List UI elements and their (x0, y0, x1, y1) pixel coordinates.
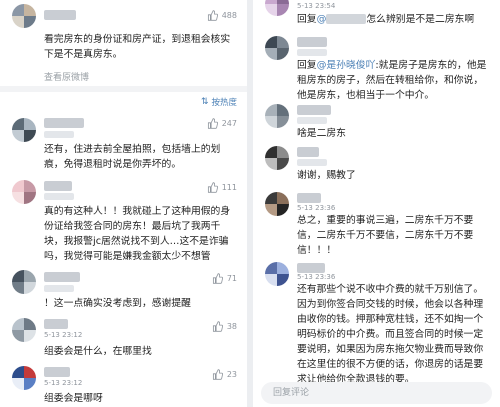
avatar[interactable] (265, 0, 289, 16)
comment-text: ！这一点确实没考虑到，感谢提醒 (44, 298, 191, 309)
username-masked[interactable] (44, 118, 84, 128)
timestamp: 5-13 23:36 (297, 204, 336, 212)
username-masked[interactable] (297, 37, 327, 47)
comment-item[interactable]: 111 真的有这种人！！我就碰上了这种用假的身份证给我签合同的房东！最后坑了我两… (0, 180, 247, 272)
comment-text: 真的有这种人！！我就碰上了这种用假的身份证给我签合同的房东！最后坑了我两千块，我… (44, 206, 231, 262)
mention-link[interactable]: @是孙晓俊吖 (317, 60, 376, 71)
comment-text: 组委会是什么，在哪里找 (44, 346, 152, 357)
avatar[interactable] (265, 262, 289, 286)
mention-link[interactable]: @ (317, 14, 327, 25)
username-masked[interactable] (44, 367, 70, 377)
timestamp-masked (44, 193, 74, 200)
avatar[interactable] (265, 192, 289, 216)
timestamp-masked (297, 49, 327, 56)
avatar[interactable] (12, 366, 36, 390)
like-button[interactable]: 71 (212, 273, 237, 284)
timestamp-masked (297, 117, 327, 124)
reply-text: 谢谢，赐教了 (297, 170, 356, 181)
like-button[interactable]: 111 (207, 182, 237, 193)
username-masked[interactable] (297, 263, 325, 273)
timestamp: 5-13 23:12 (44, 379, 83, 387)
view-original-weibo-link[interactable]: 查看原微博 (44, 70, 89, 83)
reply-item[interactable]: 5-13 23:36 总之，重要的事说三遍，二房东千万不要信，二房东千万不要信，… (253, 192, 500, 256)
like-count: 71 (226, 274, 237, 283)
reply-text: 总之，重要的事说三遍，二房东千万不要信，二房东千万不要信，二房东千万不要信！！！ (297, 215, 474, 256)
reply-text: 回复@是孙晓俊吖:就是房子是房东的，他是租房东的房子，然后在转租给你，和你说，他… (297, 58, 492, 103)
reply-item[interactable]: 5-13 23:36 还有那些个说不收中介费的就千万别信了。因为到你签合同交钱的… (253, 262, 500, 385)
reply-text: 回复@ 怎么辨别是不是二房东啊 (297, 12, 492, 27)
timestamp: 5-13 23:12 (44, 331, 83, 339)
sort-icon: ⇅ (200, 97, 209, 107)
sort-label: 按热度 (211, 98, 237, 108)
thumbs-up-icon (207, 10, 218, 21)
avatar[interactable] (12, 4, 36, 28)
reply-item[interactable]: 啥是二房东 (253, 104, 500, 140)
reply-comment-input[interactable]: 回复评论 (261, 382, 492, 404)
like-count: 38 (226, 322, 237, 331)
avatar[interactable] (12, 180, 36, 204)
thumbs-up-icon (207, 118, 218, 129)
avatar[interactable] (12, 318, 36, 342)
thumbs-up-icon (207, 182, 218, 193)
comment-item[interactable]: 5-13 23:12 23 组委会是哪呀 (0, 366, 247, 407)
like-button[interactable]: 247 (207, 118, 237, 129)
comment-text: 还有，住进去前全屋拍照，包括墙上的划痕，免得退租时说是你弄坏的。 (44, 144, 221, 170)
sort-by-popularity[interactable]: ⇅ 按热度 (201, 96, 237, 108)
comment-item[interactable]: 5-13 23:12 38 组委会是什么，在哪里找 (0, 318, 247, 360)
thumbs-up-icon (212, 273, 223, 284)
left-comment-panel: 488 看完房东的身份证和房产证，到退租会核实下是不是真房东。 查看原微博 ⇅ … (0, 0, 247, 407)
comment-text: 看完房东的身份证和房产证，到退租会核实下是不是真房东。 (44, 34, 231, 60)
like-button[interactable]: 488 (207, 10, 237, 21)
timestamp-masked (44, 285, 74, 292)
username-masked[interactable] (297, 193, 321, 203)
reply-text: 啥是二房东 (297, 128, 346, 139)
like-count: 23 (226, 370, 237, 379)
username-masked[interactable] (297, 105, 331, 115)
reply-prefix: 回复 (297, 14, 317, 25)
thumbs-up-icon (212, 321, 223, 332)
reply-text: 还有那些个说不收中介费的就千万别信了。因为到你签合同交钱的时候，他会以各种理由收… (297, 284, 484, 385)
timestamp-masked (297, 159, 327, 166)
comment-text: 组委会是哪呀 (44, 393, 103, 404)
section-separator (0, 86, 247, 92)
like-button[interactable]: 38 (212, 321, 237, 332)
username-masked[interactable] (44, 272, 80, 282)
username-masked[interactable] (297, 147, 319, 157)
comment-item[interactable]: 247 还有，住进去前全屋拍照，包括墙上的划痕，免得退租时说是你弄坏的。 (0, 114, 247, 174)
timestamp: 5-13 23:36 (297, 273, 336, 281)
reply-item[interactable]: 5-13 23:54 回复@ 怎么辨别是不是二房东啊 (253, 0, 500, 28)
reply-suffix: 怎么辨别是不是二房东啊 (366, 14, 475, 25)
like-count: 247 (221, 119, 237, 128)
right-reply-panel: 5-13 23:54 回复@ 怎么辨别是不是二房东啊 回复@是孙晓俊吖:就是房子是… (253, 0, 500, 407)
comment-item[interactable]: 71 ！这一点确实没考虑到，感谢提醒 (0, 270, 247, 312)
like-count: 488 (221, 11, 237, 20)
like-count: 111 (221, 183, 237, 192)
username-masked[interactable] (44, 319, 68, 329)
mention-masked (326, 14, 367, 24)
reply-prefix: 回复 (297, 60, 317, 71)
username-masked[interactable] (44, 181, 72, 191)
username-masked[interactable] (44, 10, 76, 20)
avatar[interactable] (265, 36, 289, 60)
thumbs-up-icon (212, 369, 223, 380)
timestamp: 5-13 23:54 (297, 2, 336, 10)
avatar[interactable] (265, 104, 289, 128)
timestamp-masked (44, 131, 74, 138)
avatar[interactable] (12, 270, 36, 294)
reply-item[interactable]: 谢谢，赐教了 (253, 146, 500, 182)
avatar[interactable] (12, 118, 36, 142)
like-button[interactable]: 23 (212, 369, 237, 380)
comment-top[interactable]: 488 看完房东的身份证和房产证，到退租会核实下是不是真房东。 (0, 0, 247, 92)
avatar[interactable] (265, 146, 289, 170)
